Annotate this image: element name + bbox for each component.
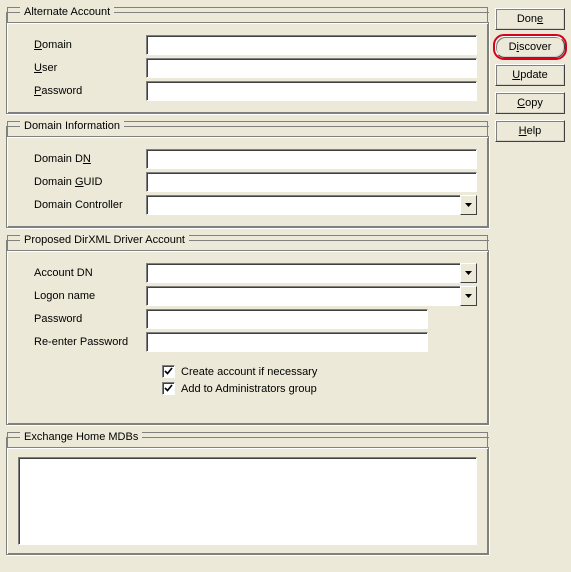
label-account-dn: Account DN bbox=[18, 267, 146, 279]
help-button[interactable]: Help bbox=[495, 120, 565, 142]
label-reenter-password: Re-enter Password bbox=[18, 336, 146, 348]
checkbox-create-account[interactable] bbox=[162, 365, 175, 378]
copy-button[interactable]: Copy bbox=[495, 92, 565, 114]
input-password[interactable] bbox=[146, 81, 477, 101]
label-create-account: Create account if necessary bbox=[181, 366, 317, 378]
input-user[interactable] bbox=[146, 58, 477, 78]
label-domain: Domain bbox=[18, 39, 146, 51]
label-admin-group: Add to Administrators group bbox=[181, 383, 317, 395]
label-user: User bbox=[18, 62, 146, 74]
input-domain-guid[interactable] bbox=[146, 172, 477, 192]
label-driver-password: Password bbox=[18, 313, 146, 325]
input-driver-password[interactable] bbox=[146, 309, 428, 329]
done-button[interactable]: Done bbox=[495, 8, 565, 30]
chevron-down-icon bbox=[465, 203, 472, 207]
discover-button[interactable]: Discover bbox=[495, 36, 565, 58]
legend-alternate-account: Alternate Account bbox=[20, 6, 114, 18]
checkbox-admin-group[interactable] bbox=[162, 382, 175, 395]
label-password: Password bbox=[18, 85, 146, 97]
combo-account-dn[interactable] bbox=[146, 263, 461, 283]
label-domain-dn: Domain DN bbox=[18, 153, 146, 165]
combo-domain-controller-button[interactable] bbox=[460, 195, 477, 215]
input-domain-dn[interactable] bbox=[146, 149, 477, 169]
group-driver-account: Proposed DirXML Driver Account Account D… bbox=[6, 234, 489, 425]
label-domain-controller: Domain Controller bbox=[18, 199, 146, 211]
label-domain-guid: Domain GUID bbox=[18, 176, 146, 188]
group-exchange-mdbs: Exchange Home MDBs bbox=[6, 431, 489, 555]
chevron-down-icon bbox=[465, 294, 472, 298]
label-logon-name: Logon name bbox=[18, 290, 146, 302]
input-reenter-password[interactable] bbox=[146, 332, 428, 352]
check-icon bbox=[164, 384, 173, 393]
combo-account-dn-button[interactable] bbox=[460, 263, 477, 283]
legend-domain-information: Domain Information bbox=[20, 120, 124, 132]
input-domain[interactable] bbox=[146, 35, 477, 55]
update-button[interactable]: Update bbox=[495, 64, 565, 86]
group-alternate-account: Alternate Account Domain User Password bbox=[6, 6, 489, 114]
legend-exchange-mdbs: Exchange Home MDBs bbox=[20, 431, 142, 443]
listbox-exchange-mdbs[interactable] bbox=[18, 457, 477, 545]
chevron-down-icon bbox=[465, 271, 472, 275]
combo-logon-name[interactable] bbox=[146, 286, 461, 306]
check-icon bbox=[164, 367, 173, 376]
legend-driver-account: Proposed DirXML Driver Account bbox=[20, 234, 189, 246]
combo-domain-controller[interactable] bbox=[146, 195, 461, 215]
combo-logon-name-button[interactable] bbox=[460, 286, 477, 306]
group-domain-information: Domain Information Domain DN Domain GUID… bbox=[6, 120, 489, 228]
